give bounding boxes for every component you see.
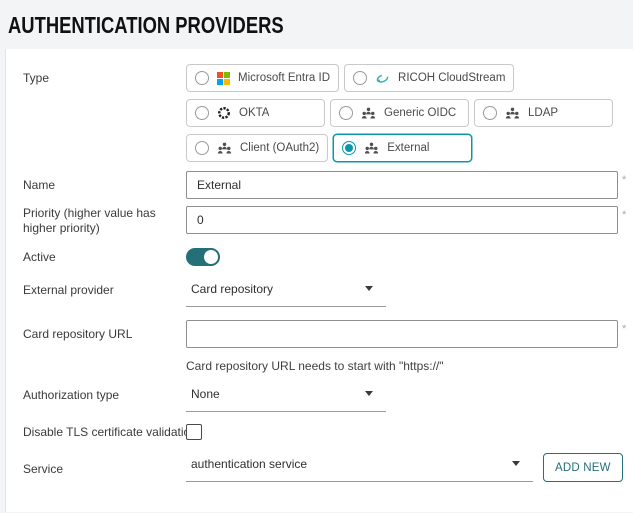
card-repository-url-helper-text: Card repository URL needs to start with …	[186, 359, 626, 373]
external-provider-select[interactable]: Card repository	[186, 282, 386, 307]
type-option-generic-oidc[interactable]: Generic OIDC	[330, 99, 469, 127]
chevron-down-icon	[365, 391, 373, 396]
type-option-label: Client (OAuth2)	[240, 142, 319, 154]
chevron-down-icon	[365, 286, 373, 291]
radio-icon[interactable]	[195, 141, 209, 155]
name-row: Name *	[23, 171, 617, 199]
service-label: Service	[23, 457, 186, 477]
type-option-ricoh-cloudstream[interactable]: RICOH CloudStream	[344, 64, 514, 92]
name-input[interactable]	[186, 171, 618, 199]
type-options-grid: Microsoft Entra ID RICOH CloudStream	[186, 64, 617, 162]
add-new-button[interactable]: ADD NEW	[543, 453, 623, 482]
authorization-type-row: Authorization type None	[23, 387, 617, 412]
radio-icon[interactable]	[195, 106, 209, 120]
external-provider-label: External provider	[23, 282, 186, 298]
priority-row: Priority (higher value has higher priori…	[23, 206, 617, 236]
priority-input[interactable]	[186, 206, 618, 234]
required-asterisk: *	[622, 206, 626, 221]
users-group-icon	[217, 142, 232, 155]
type-label: Type	[23, 64, 186, 86]
type-option-label: External	[387, 142, 429, 154]
type-option-label: Microsoft Entra ID	[238, 72, 330, 84]
page-title: AUTHENTICATION PROVIDERS	[0, 0, 633, 49]
card-repository-url-label: Card repository URL	[23, 320, 186, 342]
priority-label: Priority (higher value has higher priori…	[23, 206, 186, 236]
external-provider-value: Card repository	[191, 282, 273, 296]
radio-icon[interactable]	[353, 71, 367, 85]
required-asterisk: *	[622, 171, 626, 186]
type-option-okta[interactable]: OKTA	[186, 99, 325, 127]
type-option-external[interactable]: External	[333, 134, 472, 162]
card-repository-url-input[interactable]	[186, 320, 618, 348]
name-label: Name	[23, 171, 186, 193]
disable-tls-checkbox[interactable]	[186, 424, 202, 440]
radio-icon[interactable]	[339, 106, 353, 120]
users-group-icon	[505, 107, 520, 120]
external-provider-row: External provider Card repository	[23, 282, 617, 307]
authorization-type-select[interactable]: None	[186, 387, 386, 412]
type-option-client-oauth2[interactable]: Client (OAuth2)	[186, 134, 328, 162]
service-value: authentication service	[191, 457, 307, 471]
radio-icon[interactable]	[483, 106, 497, 120]
active-row: Active	[23, 248, 617, 266]
type-option-label: Generic OIDC	[384, 107, 456, 119]
required-asterisk: *	[622, 320, 626, 335]
radio-icon[interactable]	[195, 71, 209, 85]
type-option-label: OKTA	[239, 107, 269, 119]
cloudstream-icon	[375, 72, 390, 85]
service-row: Service authentication service ADD NEW	[23, 457, 617, 482]
active-toggle[interactable]	[186, 248, 220, 266]
type-option-microsoft-entra-id[interactable]: Microsoft Entra ID	[186, 64, 339, 92]
active-label: Active	[23, 248, 186, 265]
authorization-type-label: Authorization type	[23, 387, 186, 403]
users-group-icon	[361, 107, 376, 120]
okta-icon	[217, 106, 231, 120]
type-option-ldap[interactable]: LDAP	[474, 99, 613, 127]
toggle-knob	[204, 250, 218, 264]
radio-icon[interactable]	[342, 141, 356, 155]
type-row: Type Microsoft Entra ID	[23, 64, 617, 162]
type-option-label: LDAP	[528, 107, 558, 119]
auth-provider-form: Type Microsoft Entra ID	[5, 49, 633, 512]
disable-tls-row: Disable TLS certificate validation	[23, 424, 617, 440]
service-select[interactable]: authentication service	[186, 457, 533, 482]
authorization-type-value: None	[191, 387, 220, 401]
microsoft-logo-icon	[217, 72, 230, 85]
users-group-icon	[364, 142, 379, 155]
type-option-label: RICOH CloudStream	[398, 72, 505, 84]
disable-tls-label: Disable TLS certificate validation	[23, 424, 186, 440]
card-repository-url-row: Card repository URL * Card repository UR…	[23, 320, 617, 373]
chevron-down-icon	[512, 461, 520, 466]
